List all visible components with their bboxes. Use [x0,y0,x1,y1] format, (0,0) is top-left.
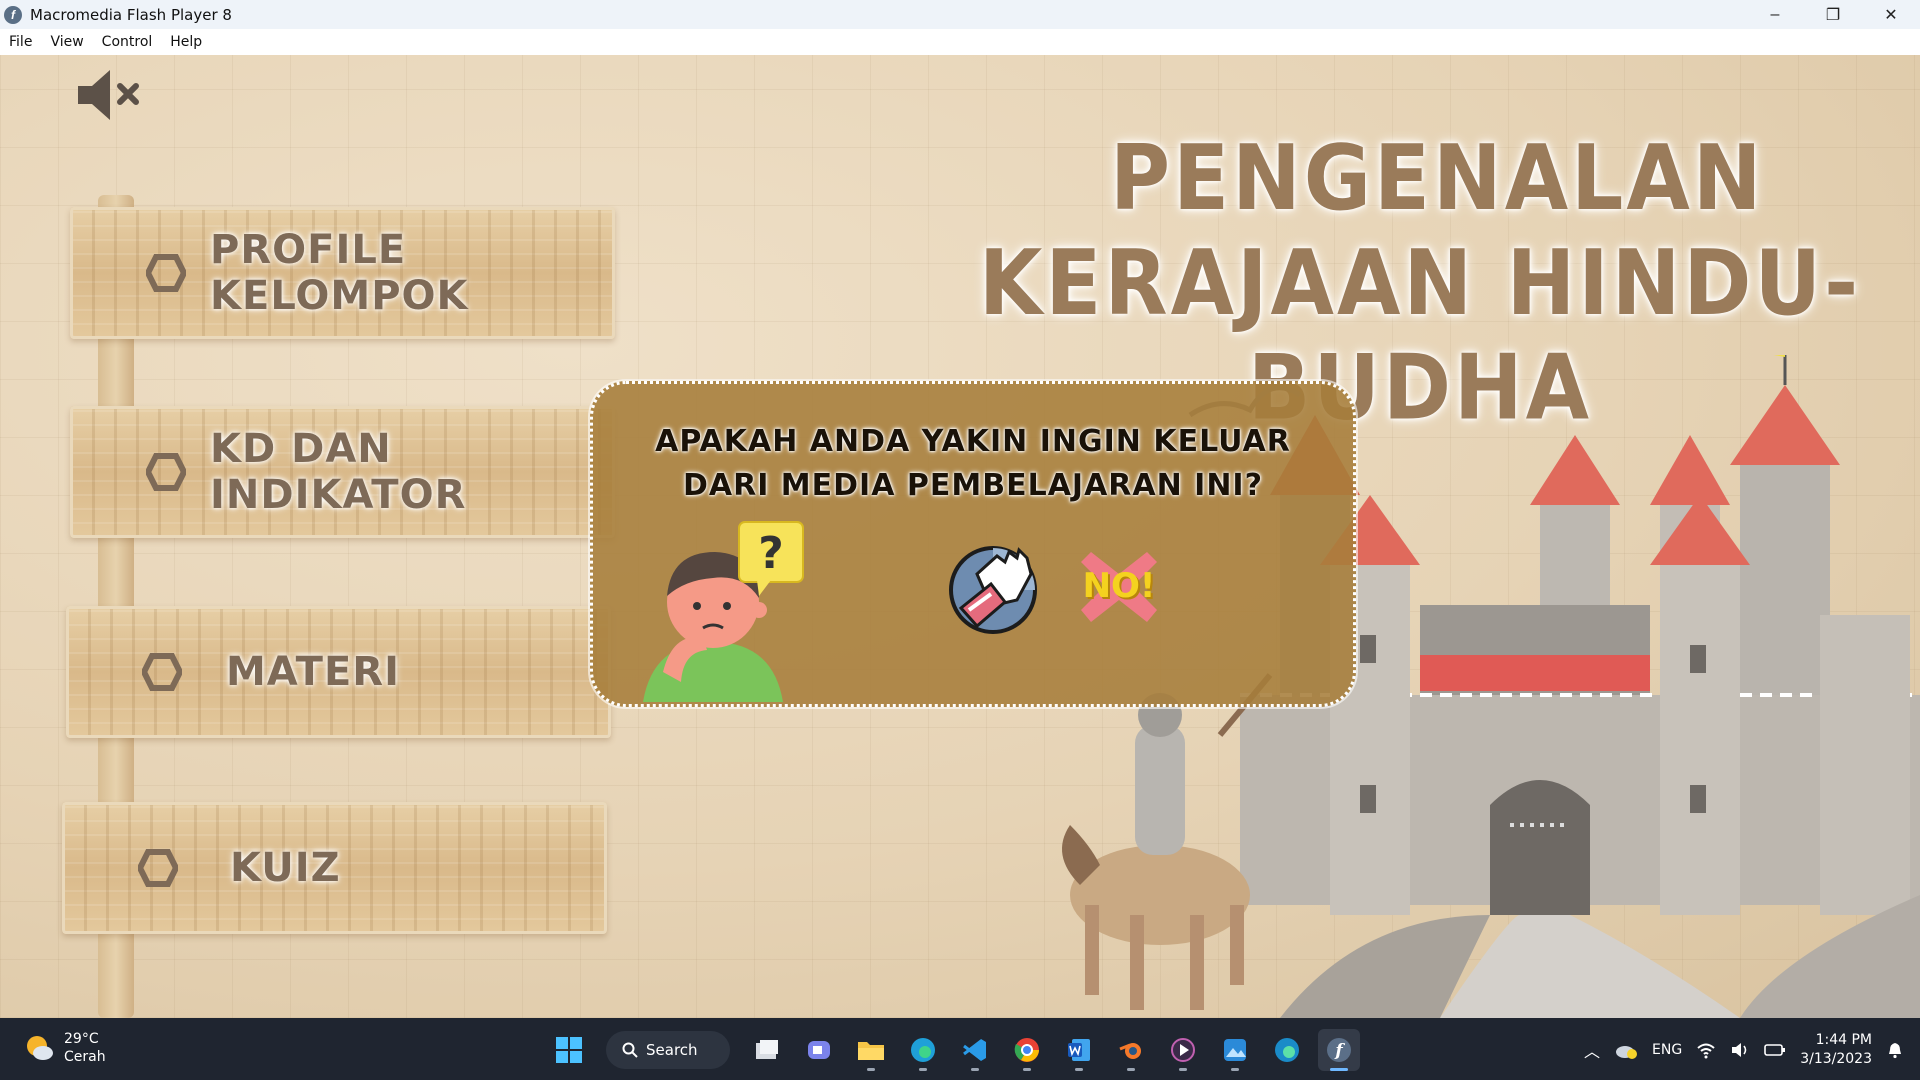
menu-board-label: KUIZ [230,845,341,891]
running-indicator [1231,1068,1239,1071]
running-indicator [1179,1068,1187,1071]
window-title: Macromedia Flash Player 8 [30,5,232,24]
clock-date: 3/13/2023 [1800,1051,1872,1067]
play-icon [1171,1038,1195,1062]
windows-logo-icon [556,1037,582,1063]
knight-on-horse-illustration [1062,673,1273,1010]
menu-board-label: PROFILE KELOMPOK [210,227,469,319]
yes-exit-button[interactable] [947,544,1039,636]
flash-player-taskbar-button[interactable]: f [1318,1029,1360,1071]
weather-description: Cerah [64,1049,106,1065]
flash-app-icon: f [4,5,22,24]
vscode-icon [963,1039,986,1061]
teams-chat-button[interactable] [798,1029,840,1071]
sun-cloud-icon [27,1036,53,1060]
minimize-button[interactable]: – [1746,0,1804,29]
start-button[interactable] [548,1029,590,1071]
volume-icon[interactable] [1730,1041,1750,1059]
wifi-icon[interactable] [1696,1041,1716,1059]
maximize-button[interactable]: ❐ [1804,0,1862,29]
edge-icon [911,1038,935,1062]
taskbar-search[interactable]: Search [606,1031,730,1069]
weather-widget[interactable]: 29°C Cerah [24,1030,106,1066]
flash-stage: PENGENALAN KERAJAAN HINDU-BUDHA PROFILE … [0,55,1920,1018]
menu-kd-dan-indikator-button[interactable]: KD DAN INDIKATOR [70,406,615,538]
menu-file[interactable]: File [0,34,41,50]
taskbar: 29°C Cerah Search f ︿ ENG 1:44 PM 3/13/2… [0,1018,1920,1080]
word-button[interactable] [1058,1029,1100,1071]
question-bubble-icon: ? [738,521,804,596]
window-titlebar: f Macromedia Flash Player 8 – ❐ ✕ [0,0,1920,29]
file-explorer-button[interactable] [850,1029,892,1071]
dialog-question-line2: DARI MEDIA PEMBELAJARAN INI? [682,468,1263,503]
battery-icon[interactable] [1764,1042,1786,1058]
photos-button[interactable] [1214,1029,1256,1071]
chat-icon [808,1041,830,1059]
no-label: NO! [1082,566,1156,606]
menu-control[interactable]: Control [93,34,162,50]
clock-time: 1:44 PM [1815,1032,1872,1048]
task-view-icon [756,1040,778,1059]
menu-profile-kelompok-button[interactable]: PROFILE KELOMPOK [70,207,615,339]
chevron-up-icon[interactable]: ︿ [1584,1038,1600,1062]
no-cancel-button[interactable]: NO! [1077,544,1161,628]
running-indicator [1330,1068,1348,1071]
dialog-question: APAKAH ANDA YAKIN INGIN KELUAR DARI MEDI… [593,420,1353,508]
menu-board-label: MATERI [226,649,400,695]
menu-help[interactable]: Help [161,34,211,50]
media-player-button[interactable] [1162,1029,1204,1071]
hexagon-bullet-icon [142,653,182,691]
menu-view[interactable]: View [41,34,92,50]
system-tray: ︿ ENG 1:44 PM 3/13/2023 [1584,1028,1904,1072]
running-indicator [1075,1068,1083,1071]
blender-button[interactable] [1110,1029,1152,1071]
running-indicator [1127,1068,1135,1071]
taskbar-apps: Search f [548,1028,1360,1072]
question-mark-text: ? [758,528,784,579]
onedrive-icon[interactable] [1614,1040,1638,1060]
weather-temperature: 29°C [64,1031,99,1047]
hexagon-bullet-icon [146,254,186,292]
menu-kuiz-button[interactable]: KUIZ [62,802,607,934]
menu-materi-button[interactable]: MATERI [66,606,611,738]
blender-icon [1119,1043,1141,1059]
edge-icon [1275,1038,1299,1062]
language-indicator[interactable]: ENG [1652,1042,1682,1058]
flash-player-icon: f [1327,1038,1351,1062]
menu-bar: File View Control Help [0,29,1920,55]
word-icon [1068,1039,1090,1061]
search-label: Search [646,1041,698,1059]
running-indicator [919,1068,927,1071]
photos-icon [1224,1039,1246,1061]
chrome-icon [1014,1038,1039,1062]
speaker-muted-icon[interactable] [76,64,146,124]
running-indicator [1023,1068,1031,1071]
edge-dev-button[interactable] [1266,1029,1308,1071]
exit-confirm-dialog: APAKAH ANDA YAKIN INGIN KELUAR DARI MEDI… [590,381,1356,707]
hexagon-bullet-icon [138,849,178,887]
menu-board-label: KD DAN INDIKATOR [210,426,467,518]
dialog-question-line1: APAKAH ANDA YAKIN INGIN KELUAR [655,424,1291,459]
edge-button[interactable] [902,1029,944,1071]
folder-icon [858,1042,884,1060]
chrome-button[interactable] [1006,1029,1048,1071]
hexagon-bullet-icon [146,453,186,491]
running-indicator [867,1068,875,1071]
close-button[interactable]: ✕ [1862,0,1920,29]
vscode-button[interactable] [954,1029,996,1071]
window-controls: – ❐ ✕ [1746,0,1920,29]
running-indicator [971,1068,979,1071]
system-clock[interactable]: 1:44 PM 3/13/2023 [1800,1031,1872,1069]
notification-bell-icon[interactable] [1886,1041,1904,1059]
page-title-line1: PENGENALAN [1110,126,1765,231]
task-view-button[interactable] [746,1029,788,1071]
search-icon [622,1042,638,1058]
